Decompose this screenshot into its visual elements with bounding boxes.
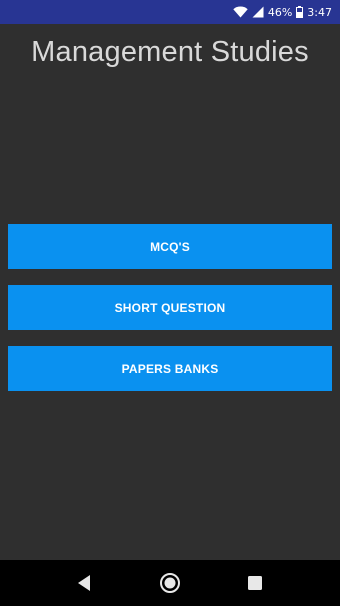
page-title: Management Studies	[31, 36, 309, 68]
navigation-bar	[0, 560, 340, 606]
battery-percent: 46%	[267, 5, 293, 19]
home-icon[interactable]	[158, 572, 182, 594]
mcqs-button[interactable]: MCQ'S	[8, 224, 332, 269]
back-icon[interactable]	[73, 572, 97, 594]
papers-banks-button[interactable]: PAPERS BANKS	[8, 346, 332, 391]
short-question-button[interactable]: SHORT QUESTION	[8, 285, 332, 330]
clock: 3:47	[307, 5, 332, 19]
app-screen: 46% 3:47 Management Studies MCQ'S SHORT …	[0, 0, 340, 606]
recents-icon[interactable]	[243, 572, 267, 594]
wifi-icon	[233, 6, 248, 18]
battery-icon	[296, 6, 304, 18]
cell-signal-icon	[252, 6, 264, 18]
status-bar: 46% 3:47	[0, 0, 340, 24]
